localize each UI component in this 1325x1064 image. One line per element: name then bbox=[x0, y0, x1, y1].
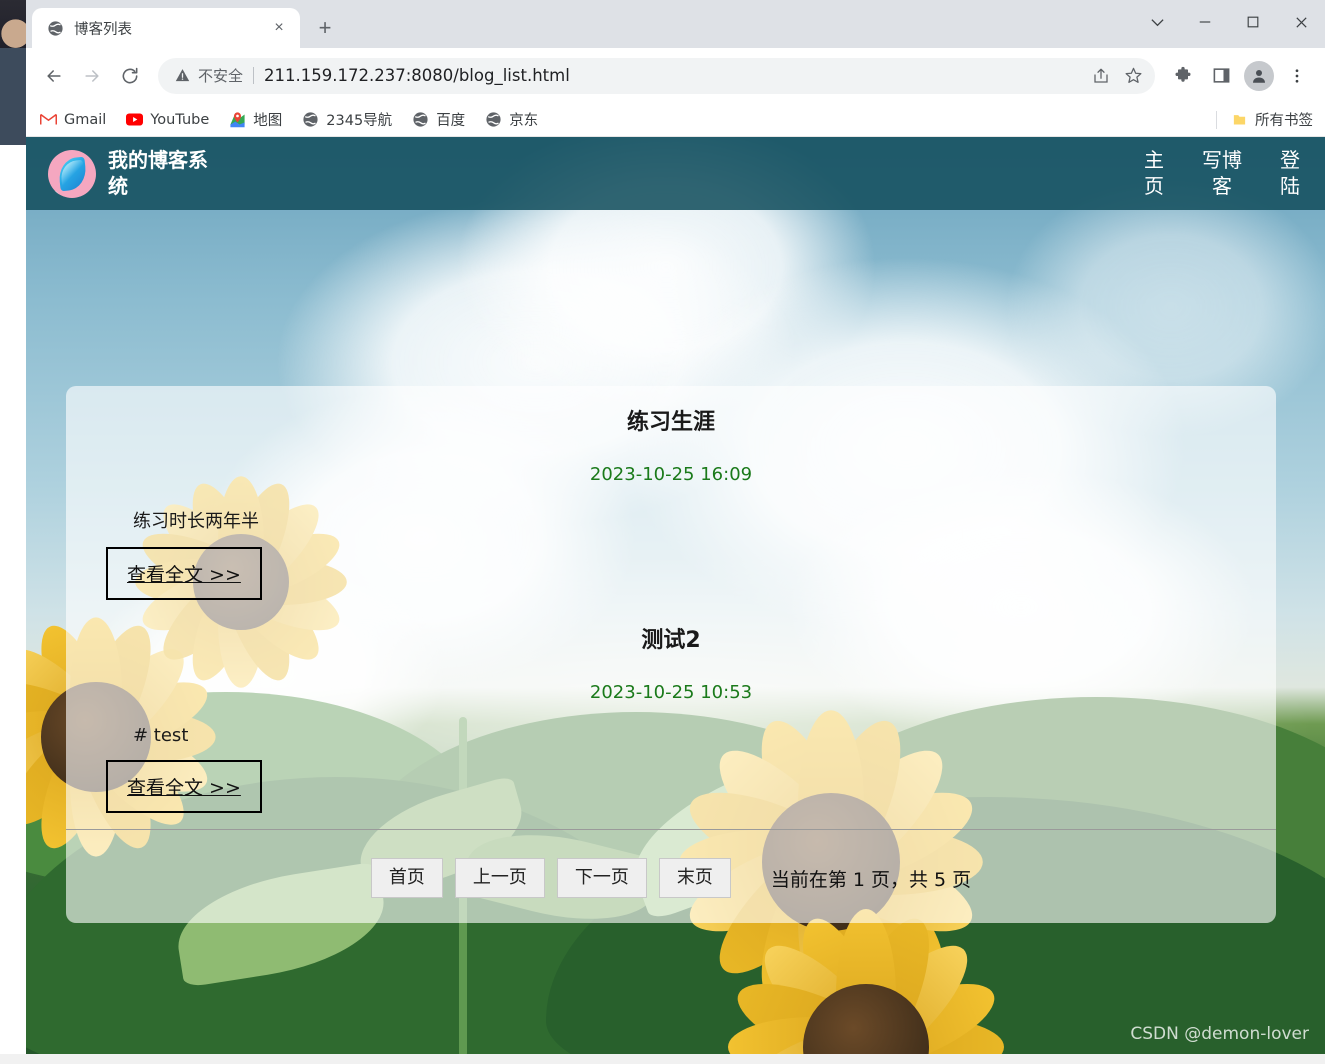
globe-icon bbox=[485, 111, 502, 128]
pagination: 首页 上一页 下一页 末页 当前在第 1 页，共 5 页 bbox=[66, 830, 1276, 898]
blog-list-card: 练习生涯 2023-10-25 16:09 练习时长两年半 查看全文 >> 测试… bbox=[66, 386, 1276, 923]
blog-date: 2023-10-25 16:09 bbox=[589, 464, 753, 485]
folder-icon bbox=[1231, 111, 1248, 128]
pagination-first-button[interactable]: 首页 bbox=[370, 858, 443, 898]
tab-title: 博客列表 bbox=[74, 21, 132, 38]
bookmark-star-icon[interactable] bbox=[1117, 60, 1149, 92]
window-controls bbox=[1133, 0, 1325, 44]
maximize-icon[interactable] bbox=[1229, 2, 1277, 42]
nav-item-home[interactable]: 主页 bbox=[1143, 148, 1165, 199]
new-tab-button[interactable]: + bbox=[308, 11, 342, 45]
pagination-prev-button[interactable]: 上一页 bbox=[454, 858, 545, 898]
chrome-browser-window: 博客列表 × + 不安全 211.159.172.237:8080/blog_l… bbox=[26, 0, 1325, 1054]
security-status-label: 不安全 bbox=[198, 67, 244, 85]
brand-name: 我的博客系统 bbox=[108, 147, 208, 198]
bookmark-label: YouTube bbox=[150, 111, 210, 128]
all-bookmarks-button[interactable]: 所有书签 bbox=[1231, 109, 1313, 130]
bookmark-label: 京东 bbox=[509, 113, 539, 129]
close-icon[interactable]: × bbox=[268, 17, 290, 39]
side-panel-icon[interactable] bbox=[1203, 58, 1239, 94]
browser-toolbar: 不安全 211.159.172.237:8080/blog_list.html bbox=[26, 48, 1325, 103]
warning-triangle-icon bbox=[174, 67, 191, 84]
bookmark-label: 地图 bbox=[253, 113, 283, 129]
background-avatar bbox=[0, 0, 26, 48]
omnibox-separator bbox=[253, 67, 255, 84]
bookmarks-separator bbox=[1216, 110, 1217, 129]
maps-icon bbox=[229, 111, 246, 128]
page-viewport: 我的博客系统 主页 写博客 登陆 练习生涯 2023-10-25 16:09 练… bbox=[26, 137, 1325, 1054]
browser-tab[interactable]: 博客列表 × bbox=[32, 8, 300, 48]
bookmark-label: 2345导航 bbox=[326, 113, 393, 129]
bookmark-gmail[interactable]: Gmail bbox=[40, 111, 106, 128]
bookmark-jd[interactable]: 京东 bbox=[485, 109, 538, 130]
reload-button[interactable] bbox=[112, 58, 148, 94]
pagination-info: 当前在第 1 页，共 5 页 bbox=[770, 868, 972, 891]
site-navbar: 我的博客系统 主页 写博客 登陆 bbox=[26, 137, 1325, 210]
nav-item-write-blog[interactable]: 写博客 bbox=[1199, 148, 1245, 199]
view-full-text-link[interactable]: 查看全文 >> bbox=[106, 760, 262, 813]
chrome-menu-icon[interactable] bbox=[1279, 58, 1315, 94]
blog-summary: # test bbox=[133, 725, 189, 746]
background-window-left-edge bbox=[0, 0, 26, 145]
blog-title[interactable]: 练习生涯 bbox=[106, 404, 1236, 436]
bookmark-2345[interactable]: 2345导航 bbox=[302, 109, 392, 130]
address-bar[interactable]: 不安全 211.159.172.237:8080/blog_list.html bbox=[158, 57, 1155, 94]
pagination-next-button[interactable]: 下一页 bbox=[556, 858, 647, 898]
close-window-icon[interactable] bbox=[1277, 2, 1325, 42]
globe-icon bbox=[412, 111, 429, 128]
site-nav-links: 主页 写博客 登陆 bbox=[1143, 148, 1301, 199]
quill-pen-logo-icon bbox=[48, 149, 96, 198]
bookmark-maps[interactable]: 地图 bbox=[229, 109, 282, 130]
watermark: CSDN @demon-lover bbox=[1130, 1024, 1309, 1044]
blog-date: 2023-10-25 10:53 bbox=[589, 682, 753, 703]
blog-detail-wrap: 查看全文 >> bbox=[106, 547, 1236, 600]
blog-detail-wrap: 查看全文 >> bbox=[106, 760, 1236, 813]
minimize-icon[interactable] bbox=[1181, 2, 1229, 42]
all-bookmarks-label: 所有书签 bbox=[1255, 113, 1313, 129]
brand[interactable]: 我的博客系统 bbox=[48, 148, 226, 199]
pagination-last-button[interactable]: 末页 bbox=[658, 858, 731, 898]
bookmarks-bar: Gmail YouTube 地图 2345导航 百度 京东 所有书签 bbox=[26, 103, 1325, 137]
background-window-bottom-edge bbox=[0, 1054, 1325, 1064]
globe-icon bbox=[46, 19, 64, 37]
back-button[interactable] bbox=[36, 58, 72, 94]
youtube-icon bbox=[126, 111, 144, 128]
url-text: 211.159.172.237:8080/blog_list.html bbox=[264, 66, 570, 85]
bookmark-label: Gmail bbox=[64, 111, 107, 128]
desktop-backdrop: “ \ 享 云 为 博客列表 × + bbox=[0, 0, 1325, 1064]
tab-search-chevron-icon[interactable] bbox=[1133, 2, 1181, 42]
blog-item: 练习生涯 2023-10-25 16:09 练习时长两年半 查看全文 >> bbox=[66, 386, 1276, 600]
blog-item: 测试2 2023-10-25 10:53 # test 查看全文 >> bbox=[66, 600, 1276, 813]
profile-avatar[interactable] bbox=[1244, 60, 1274, 91]
share-icon[interactable] bbox=[1085, 60, 1117, 92]
globe-icon bbox=[302, 111, 319, 128]
extensions-icon[interactable] bbox=[1165, 58, 1201, 94]
tab-strip: 博客列表 × + bbox=[26, 0, 1325, 48]
bookmark-youtube[interactable]: YouTube bbox=[126, 111, 209, 128]
blog-summary: 练习时长两年半 bbox=[133, 511, 259, 532]
bookmark-label: 百度 bbox=[436, 113, 466, 129]
forward-button[interactable] bbox=[74, 58, 110, 94]
blog-title[interactable]: 测试2 bbox=[106, 622, 1236, 654]
bookmark-baidu[interactable]: 百度 bbox=[412, 109, 465, 130]
view-full-text-link[interactable]: 查看全文 >> bbox=[106, 547, 262, 600]
gmail-icon bbox=[40, 111, 57, 128]
nav-item-login[interactable]: 登陆 bbox=[1279, 148, 1301, 199]
